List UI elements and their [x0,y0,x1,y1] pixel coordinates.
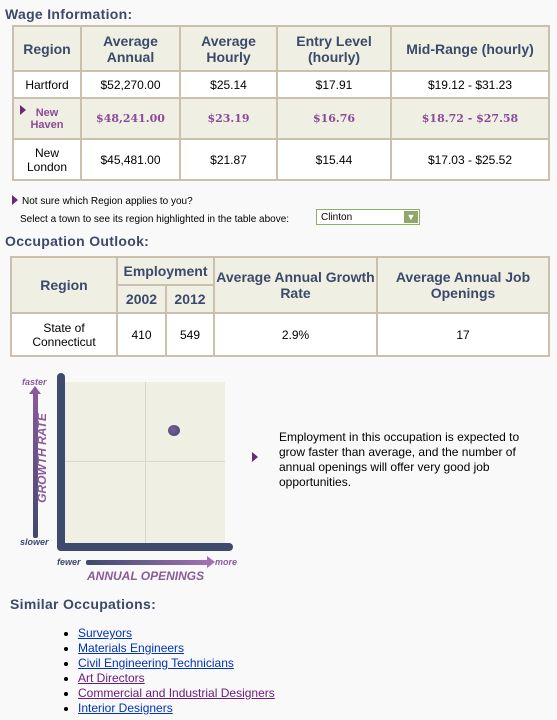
outlook-description: Employment in this occupation is expecte… [279,430,520,489]
y-axis-label: GROWTH RATE [35,413,49,503]
link-surveyors[interactable]: Surveyors [78,626,132,640]
link-civil-engineering-technicians[interactable]: Civil Engineering Technicians [78,656,234,670]
wage-title: Wage Information: [5,6,133,22]
outlook-title: Occupation Outlook: [5,233,150,249]
cell-region: New London [12,138,82,181]
region-label: New Haven [30,106,64,131]
right-arrow-icon [86,556,215,568]
cell-annual: $48,241.00 [80,97,181,140]
table-row: Hartford $52,270.00 $25.14 $17.91 $19.12… [12,70,550,99]
col-2002: 2002 [116,284,167,314]
cell-openings: 17 [376,312,550,357]
similar-title: Similar Occupations: [10,596,157,612]
cell-mid: $17.03 - $25.52 [390,138,550,181]
cell-mid: $18.72 - $27.58 [390,97,550,140]
table-row: State of Connecticut 410 549 2.9% 17 [10,312,550,357]
link-materials-engineers[interactable]: Materials Engineers [78,641,184,655]
cell-region: Hartford [12,70,82,99]
plot-area [62,382,225,544]
town-select[interactable]: Clinton ▼ [316,209,420,225]
cell-2012: 549 [165,312,215,357]
link-art-directors[interactable]: Art Directors [78,671,145,685]
x-right-label: more [215,557,238,567]
list-item: Interior Designers [78,701,275,716]
region-label: State of Connecticut [32,320,96,349]
grid-line [145,382,146,544]
cell-annual: $45,481.00 [80,138,181,181]
col-region: Region [10,256,118,314]
cell-annual: $52,270.00 [80,70,181,99]
col-growth: Average Annual Growth Rate [213,256,378,314]
table-row-highlighted: New Haven $48,241.00 $23.19 $16.76 $18.7… [12,97,550,140]
pointer-icon [12,195,18,205]
y-top-label: faster [22,377,47,387]
list-item: Civil Engineering Technicians [78,656,275,671]
col-entry: Entry Level (hourly) [276,25,392,72]
occupation-point [168,425,180,436]
col-region: Region [12,25,82,72]
cell-entry: $15.44 [276,138,392,181]
table-row: New London $45,481.00 $21.87 $15.44 $17.… [12,138,550,181]
cell-2002: 410 [116,312,167,357]
x-axis-label: ANNUAL OPENINGS [87,569,205,583]
region-question: Not sure which Region applies to you? [22,196,193,207]
cell-entry: $16.76 [276,97,392,140]
region-label: New London [26,145,68,174]
list-item: Commercial and Industrial Designers [78,686,275,701]
x-left-label: fewer [57,557,81,567]
cell-hourly: $21.87 [179,138,278,181]
col-employment: Employment [116,256,215,286]
wage-table: Region Average Annual Average Hourly Ent… [12,25,550,181]
y-bottom-label: slower [20,537,49,547]
col-hourly: Average Hourly [179,25,278,72]
pointer-icon [20,105,26,115]
list-item: Art Directors [78,671,275,686]
col-annual: Average Annual [80,25,181,72]
cell-hourly: $25.14 [179,70,278,99]
list-item: Surveyors [78,626,275,641]
chevron-down-icon[interactable]: ▼ [404,211,418,223]
cell-entry: $17.91 [276,70,392,99]
col-2012: 2012 [165,284,215,314]
town-prompt: Select a town to see its region highligh… [20,214,290,225]
pointer-icon [252,452,258,462]
cell-mid: $19.12 - $31.23 [390,70,550,99]
list-item: Materials Engineers [78,641,275,656]
link-interior-designers[interactable]: Interior Designers [78,701,173,715]
x-axis [57,543,233,551]
grid-line [62,461,225,462]
similar-list: Surveyors Materials Engineers Civil Engi… [60,626,275,716]
outlook-table: Region Employment Average Annual Growth … [10,256,550,357]
cell-region: State of Connecticut [10,312,118,357]
col-openings: Average Annual Job Openings [376,256,550,314]
y-axis [57,373,65,551]
cell-hourly: $23.19 [179,97,278,140]
cell-region: New Haven [12,97,82,140]
cell-growth: 2.9% [213,312,378,357]
col-mid: Mid-Range (hourly) [390,25,550,72]
link-commercial-industrial-designers[interactable]: Commercial and Industrial Designers [78,686,275,700]
town-select-value: Clinton [321,212,353,223]
